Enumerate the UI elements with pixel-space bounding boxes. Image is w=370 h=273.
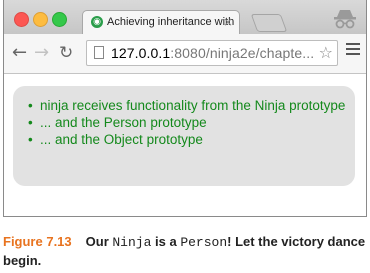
caption-part2: is a	[151, 234, 181, 249]
list-item: ... and the Object prototype	[28, 131, 355, 148]
caption-code-person: Person	[180, 235, 228, 250]
page-icon	[94, 46, 104, 59]
browser-window: ◉ Achieving inheritance with × ← → ↻ 127…	[3, 0, 367, 217]
results-panel: ninja receives functionality from the Ni…	[13, 86, 355, 186]
close-window-button[interactable]	[14, 12, 29, 27]
browser-toolbar: ← → ↻ 127.0.0.1:8080/ninja2e/chapte... ☆	[4, 34, 366, 74]
caption-code-ninja: Ninja	[112, 235, 152, 250]
forward-arrow-icon[interactable]: →	[34, 42, 49, 64]
bookmark-star-icon[interactable]: ☆	[319, 43, 333, 62]
list-item: ninja receives functionality from the Ni…	[28, 97, 355, 114]
results-list: ninja receives functionality from the Ni…	[28, 97, 355, 148]
url-path: :8080/ninja2e/chapte...	[170, 45, 315, 61]
address-bar[interactable]: 127.0.0.1:8080/ninja2e/chapte... ☆	[86, 40, 338, 66]
maximize-window-button[interactable]	[52, 12, 67, 27]
caption-part1: Our	[85, 234, 113, 249]
tab-close-icon[interactable]: ×	[223, 15, 233, 29]
active-tab[interactable]: ◉ Achieving inheritance with ×	[82, 10, 240, 35]
back-arrow-icon[interactable]: ←	[12, 42, 27, 64]
figure-caption: Figure 7.13 Our Ninja is a Person! Let th…	[3, 233, 367, 270]
menu-icon[interactable]	[346, 43, 360, 58]
url-text[interactable]: 127.0.0.1:8080/ninja2e/chapte...	[111, 45, 314, 61]
page-content: ninja receives functionality from the Ni…	[4, 74, 366, 216]
figure-label: Figure 7.13	[3, 234, 72, 249]
list-item: ... and the Person prototype	[28, 114, 355, 131]
new-tab-button[interactable]	[250, 14, 288, 32]
title-bar: ◉ Achieving inheritance with ×	[4, 0, 366, 35]
reload-icon[interactable]: ↻	[59, 42, 73, 64]
incognito-icon	[334, 10, 356, 29]
url-host: 127.0.0.1	[111, 45, 171, 61]
page-favicon-icon: ◉	[91, 16, 103, 28]
minimize-window-button[interactable]	[33, 12, 48, 27]
tab-title: Achieving inheritance with	[107, 16, 235, 28]
